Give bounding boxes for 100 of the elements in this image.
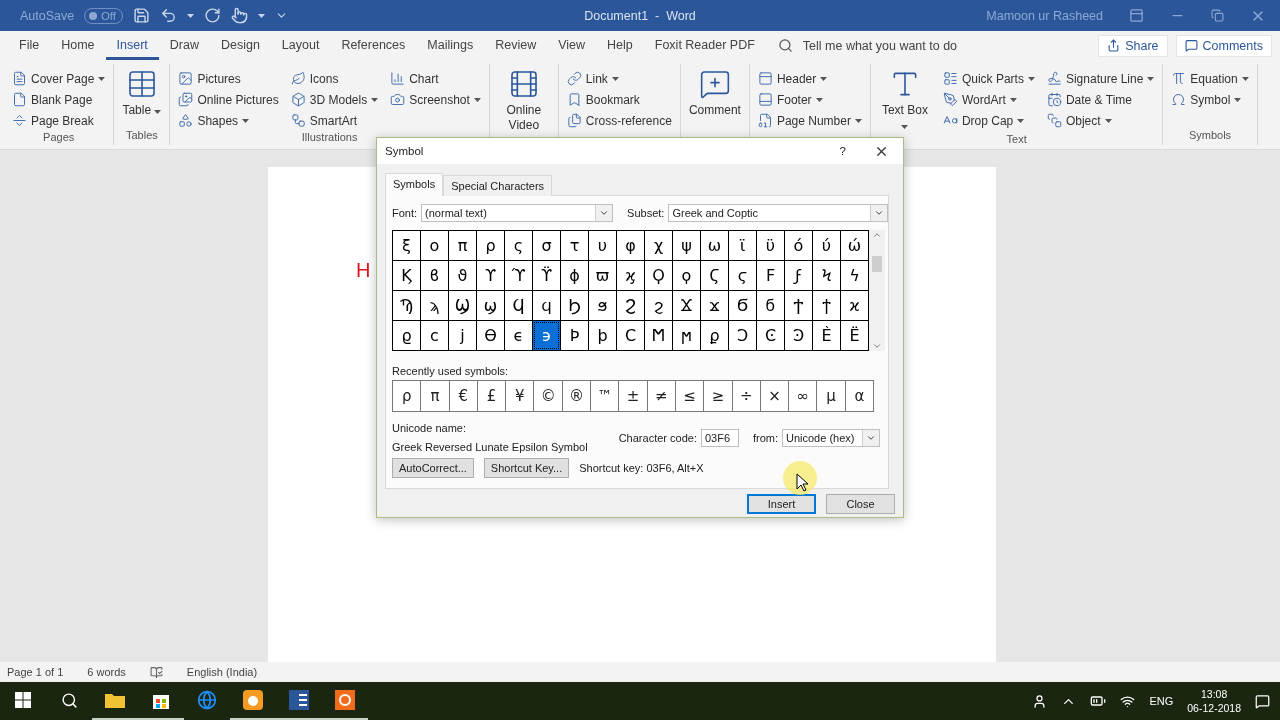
recent-symbol[interactable]: ÷ [732, 381, 760, 411]
ribbon-button[interactable]: Online Video [497, 68, 550, 133]
symbol-cell[interactable]: ϔ [533, 261, 560, 290]
font-select[interactable]: (normal text) [421, 204, 614, 222]
ribbon-button[interactable]: Object [1046, 110, 1155, 131]
character-code-field[interactable]: 03F6 [700, 428, 739, 447]
symbol-cell[interactable]: ϶ [533, 321, 560, 350]
ribbon-button[interactable]: Chart [390, 68, 481, 89]
symbol-cell[interactable]: ϗ [617, 261, 644, 290]
from-select[interactable]: Unicode (hex) [782, 428, 880, 447]
windows-logo-icon[interactable] [15, 692, 31, 708]
ribbon-button[interactable]: Quick Parts [942, 68, 1035, 89]
symbol-cell[interactable]: ϣ [477, 291, 504, 320]
symbol-cell[interactable]: ϰ [841, 291, 868, 320]
recent-symbol[interactable]: ρ [393, 381, 421, 411]
symbol-cell[interactable]: Ϲ [617, 321, 644, 350]
ribbon-button[interactable]: Table [122, 68, 162, 129]
symbol-cell[interactable]: ϩ [645, 291, 672, 320]
ribbon-tab[interactable]: File [8, 33, 51, 60]
symbol-cell[interactable]: ϊ [729, 231, 756, 260]
tell-me-field[interactable]: Tell me what you want to do [800, 37, 1035, 54]
symbol-cell[interactable]: ϓ [505, 261, 532, 290]
subset-select[interactable]: Greek and Coptic [668, 204, 888, 222]
ribbon-button[interactable]: Footer [757, 89, 862, 110]
symbol-cell[interactable]: χ [645, 231, 672, 260]
symbol-cell[interactable]: Ϭ [729, 291, 756, 320]
symbol-cell[interactable]: ϼ [701, 321, 728, 350]
ribbon-button[interactable]: Cover Page [12, 68, 106, 89]
symbol-cell[interactable]: Ϧ [561, 291, 588, 320]
symbol-cell[interactable]: ϑ [449, 261, 476, 290]
ribbon-button[interactable]: Drop Cap [942, 110, 1035, 131]
save-icon[interactable] [132, 7, 150, 24]
symbol-cell[interactable]: ύ [813, 231, 840, 260]
ribbon-tab[interactable]: Review [484, 33, 548, 60]
recent-symbol[interactable]: ∞ [789, 381, 817, 411]
symbol-cell[interactable]: ϧ [589, 291, 616, 320]
symbol-cell[interactable]: ό [785, 231, 812, 260]
symbol-cell[interactable]: ξ [393, 231, 420, 260]
ribbon-button[interactable]: Symbol [1171, 89, 1249, 110]
symbol-cell[interactable]: σ [533, 231, 560, 260]
recent-symbol[interactable]: © [534, 381, 562, 411]
symbol-cell[interactable]: ϭ [757, 291, 784, 320]
symbol-cell[interactable]: ϋ [757, 231, 784, 260]
symbol-cell[interactable]: Ϗ [393, 261, 420, 290]
symbol-cell[interactable]: τ [561, 231, 588, 260]
word-count[interactable]: 6 words [87, 666, 126, 678]
scrollbar[interactable] [869, 230, 885, 351]
comments-button[interactable]: Comments [1175, 34, 1272, 57]
ribbon-button[interactable]: Shapes [178, 110, 279, 131]
recent-symbol[interactable]: ≥ [704, 381, 732, 411]
symbol-cell[interactable]: Ё [841, 321, 868, 350]
ribbon-button[interactable]: Cross-reference [566, 110, 672, 131]
symbol-cell[interactable]: ϳ [449, 321, 476, 350]
symbol-cell[interactable]: Ͼ [757, 321, 784, 350]
ribbon-button[interactable]: Bookmark [566, 89, 672, 110]
symbol-cell[interactable]: Ϯ [785, 291, 812, 320]
ribbon-button[interactable]: Date & Time [1046, 89, 1155, 110]
ribbon-button[interactable]: Pictures [178, 68, 279, 89]
share-button[interactable]: Share [1098, 34, 1168, 57]
people-icon[interactable] [1032, 693, 1048, 709]
symbol-cell[interactable]: ϫ [701, 291, 728, 320]
recent-symbol[interactable]: ± [619, 381, 647, 411]
dialog-tab[interactable]: Symbols [385, 173, 444, 196]
ribbon-display-icon[interactable] [1129, 8, 1144, 23]
ribbon-tab[interactable]: View [547, 33, 597, 60]
symbol-cell[interactable]: ϟ [841, 261, 868, 290]
recent-symbol[interactable]: ™ [591, 381, 619, 411]
undo-icon[interactable] [159, 7, 177, 24]
symbol-cell[interactable]: Ϡ [393, 291, 420, 320]
symbol-cell[interactable]: Ϥ [505, 291, 532, 320]
ribbon-tab[interactable]: Home [50, 33, 106, 60]
symbol-cell[interactable]: Ϣ [449, 291, 476, 320]
ribbon-button[interactable]: SmartArt [290, 110, 379, 131]
recent-symbol[interactable]: × [760, 381, 789, 411]
ribbon-tab[interactable]: Help [596, 33, 644, 60]
language-status[interactable]: English (India) [186, 666, 258, 678]
symbol-cell[interactable]: Ϻ [645, 321, 672, 350]
wifi-icon[interactable] [1120, 693, 1136, 709]
symbol-cell[interactable]: ϝ [785, 261, 812, 290]
ribbon-button[interactable]: Equation [1171, 68, 1249, 89]
dialog-tab[interactable]: Special Characters [443, 175, 553, 196]
symbol-cell[interactable]: ϕ [561, 261, 588, 290]
touch-mode-icon[interactable] [230, 7, 248, 24]
recent-symbol[interactable]: ® [562, 381, 591, 411]
ribbon-tab[interactable]: Draw [158, 33, 210, 60]
battery-icon[interactable] [1090, 693, 1107, 709]
recent-symbol[interactable]: μ [817, 381, 845, 411]
input-language[interactable]: ENG [1149, 695, 1174, 707]
symbol-cell[interactable]: ϥ [533, 291, 560, 320]
ribbon-button[interactable]: Icons [290, 68, 379, 89]
symbol-cell[interactable]: Ϝ [757, 261, 784, 290]
symbol-cell[interactable]: ϸ [589, 321, 616, 350]
symbol-cell[interactable]: Ͻ [729, 321, 756, 350]
recent-symbol[interactable]: ≠ [647, 381, 675, 411]
symbol-cell[interactable]: π [449, 231, 476, 260]
symbol-cell[interactable]: ϙ [673, 261, 700, 290]
recent-symbol[interactable]: € [449, 381, 477, 411]
recent-symbol[interactable]: π [421, 381, 449, 411]
redo-icon[interactable] [203, 7, 221, 24]
symbol-cell[interactable]: ω [701, 231, 728, 260]
